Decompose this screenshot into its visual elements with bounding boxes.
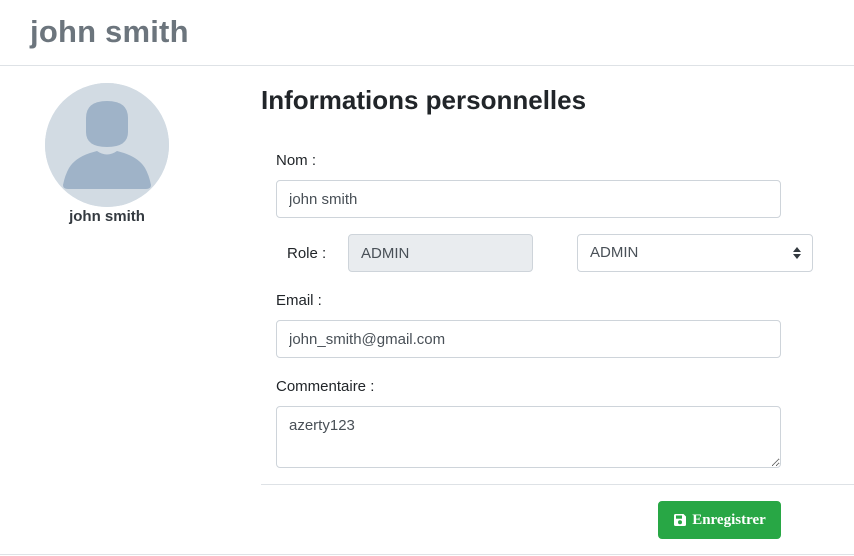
role-select-value: ADMIN [590,244,639,261]
commentaire-label: Commentaire : [276,378,375,395]
role-label: Role : [287,245,327,262]
nom-label: Nom : [276,152,317,169]
form-divider [261,484,854,485]
sort-arrows-icon [793,247,801,259]
email-label: Email : [276,292,322,309]
save-button-label: Enregistrer [692,511,766,528]
section-title: Informations personnelles [261,85,587,115]
avatar [45,83,169,207]
nom-input[interactable] [276,180,781,218]
floppy-disk-icon [674,514,687,526]
user-avatar-icon [45,83,169,207]
role-current-field [348,234,533,272]
profile-name: john smith [69,208,145,225]
bottom-divider [0,554,854,555]
page-header: john smith [0,0,854,66]
page-title: john smith [30,14,189,49]
email-input[interactable] [276,320,781,358]
save-button[interactable]: Enregistrer [658,501,781,539]
commentaire-textarea[interactable]: azerty123 [276,406,781,468]
role-select[interactable]: ADMIN [577,234,813,272]
